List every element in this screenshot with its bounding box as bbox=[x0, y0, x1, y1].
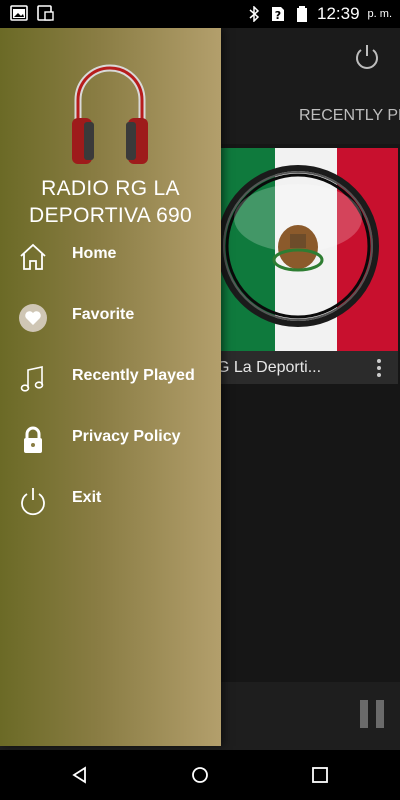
recents-icon[interactable] bbox=[310, 765, 330, 785]
bluetooth-icon bbox=[249, 6, 260, 22]
menu-item-home[interactable]: Home bbox=[0, 231, 221, 281]
status-time: 12:39 bbox=[317, 4, 360, 23]
system-nav-bar bbox=[0, 750, 400, 800]
home-circle-icon[interactable] bbox=[190, 765, 210, 785]
status-bar: ? 12:39 p. m. bbox=[0, 0, 400, 28]
svg-text:?: ? bbox=[275, 9, 281, 22]
music-note-icon bbox=[20, 366, 44, 392]
power-icon bbox=[21, 488, 45, 516]
headphones-logo bbox=[72, 64, 148, 164]
battery-icon bbox=[297, 6, 307, 22]
menu-item-privacy-policy[interactable]: Privacy Policy bbox=[0, 414, 221, 464]
pause-icon[interactable] bbox=[360, 700, 384, 728]
gallery-notification-icon bbox=[10, 5, 28, 21]
menu-label-home: Home bbox=[72, 245, 117, 262]
menu-label-recently-played: Recently Played bbox=[72, 367, 195, 384]
menu-label-privacy-policy: Privacy Policy bbox=[72, 428, 181, 445]
menu-label-favorite: Favorite bbox=[72, 306, 135, 323]
menu-item-recently-played[interactable]: Recently Played bbox=[0, 353, 221, 403]
back-icon[interactable] bbox=[70, 765, 90, 785]
navigation-drawer: RADIO RG LA DEPORTIVA 690 Home Favorite … bbox=[0, 28, 221, 746]
drawer-title: RADIO RG LA DEPORTIVA 690 bbox=[28, 177, 193, 227]
more-vert-icon[interactable] bbox=[376, 359, 382, 377]
mexico-flag-button bbox=[213, 148, 398, 351]
heart-icon bbox=[19, 304, 47, 332]
menu-label-exit: Exit bbox=[72, 489, 102, 506]
tab-recently-played[interactable]: RECENTLY PL bbox=[299, 107, 400, 125]
screenshot-notification-icon bbox=[37, 5, 54, 21]
station-name: G La Deporti... bbox=[217, 359, 322, 376]
home-icon bbox=[20, 243, 46, 270]
menu-item-favorite[interactable]: Favorite bbox=[0, 292, 221, 342]
station-caption: G La Deporti... bbox=[213, 351, 398, 384]
menu-item-exit[interactable]: Exit bbox=[0, 475, 221, 525]
status-ampm: p. m. bbox=[367, 8, 392, 20]
power-icon[interactable] bbox=[352, 42, 382, 72]
station-card[interactable]: G La Deporti... bbox=[213, 148, 398, 384]
no-sim-icon: ? bbox=[272, 7, 284, 22]
lock-icon bbox=[24, 426, 42, 453]
